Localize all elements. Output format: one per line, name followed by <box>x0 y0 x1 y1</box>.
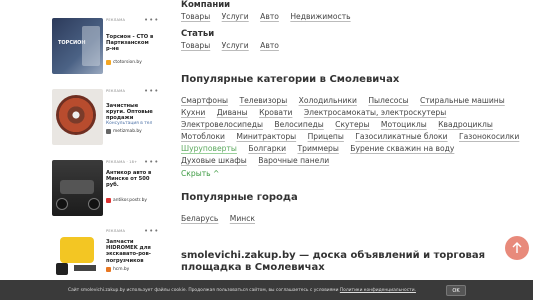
sidebar-ads: ТОРСИОН РЕКЛАМА ••• Торсион - СТО в Парт… <box>52 16 159 300</box>
category-link[interactable]: Квадроциклы <box>438 120 493 129</box>
ad-source-label: ctotorsion.by <box>113 60 142 65</box>
articles-heading: Статьи <box>181 29 215 39</box>
ad-title[interactable]: Антикор авто в Минске от 500 руб. <box>106 170 156 189</box>
articles-link-auto[interactable]: Авто <box>260 41 279 50</box>
category-link[interactable]: Электросамокаты, электроскутеры <box>304 108 446 117</box>
scroll-top-button[interactable] <box>505 236 529 260</box>
articles-link-goods[interactable]: Товары <box>181 41 210 50</box>
cookie-banner: Сайт smolevichi.zakup.by использует файл… <box>0 280 533 300</box>
category-row: Смартфоны Телевизоры Холодильники Пылесо… <box>181 96 514 105</box>
source-logo-icon <box>106 129 111 134</box>
ad-source[interactable]: antikor.postr.by <box>106 198 147 203</box>
category-link[interactable]: Болгарки <box>248 144 286 153</box>
ad-card-metizmab[interactable]: РЕКЛАМА ••• Зачистные круги. Оптовые про… <box>52 87 159 145</box>
privacy-policy-link[interactable]: Политики конфиденциальности. <box>340 288 416 293</box>
cookie-text: Сайт smolevichi.zakup.by использует файл… <box>68 288 416 293</box>
category-link[interactable]: Мотоблоки <box>181 132 225 141</box>
category-link[interactable]: Газонокосилки <box>459 132 519 141</box>
category-link[interactable]: Скутеры <box>335 120 369 129</box>
ad-card-torsion[interactable]: ТОРСИОН РЕКЛАМА ••• Торсион - СТО в Парт… <box>52 16 159 74</box>
category-link[interactable]: Триммеры <box>297 144 338 153</box>
ad-tag: РЕКЛАМА <box>106 89 126 93</box>
category-link-visited[interactable]: Шуруповерты <box>181 144 237 153</box>
source-logo-icon <box>106 198 111 203</box>
cities-links: Беларусь Минск <box>181 214 264 223</box>
seo-title: smolevichi.zakup.by — доска объявлений и… <box>181 250 486 273</box>
category-link[interactable]: Диваны <box>217 108 248 117</box>
ad-image-discs[interactable] <box>52 89 103 145</box>
companies-link-goods[interactable]: Товары <box>181 12 210 21</box>
ad-source[interactable]: hcm.by <box>106 267 129 272</box>
cookie-ok-button[interactable]: OK <box>446 285 466 296</box>
category-link[interactable]: Велосипеды <box>274 120 323 129</box>
companies-link-realty[interactable]: Недвижимость <box>290 12 350 21</box>
category-link[interactable]: Духовые шкафы <box>181 156 247 165</box>
category-link[interactable]: Телевизоры <box>239 96 287 105</box>
ad-card-antikor[interactable]: РЕКЛАМА · 18+ ••• Антикор авто в Минске … <box>52 158 159 216</box>
category-row: Духовые шкафы Варочные панели <box>181 156 338 165</box>
category-row: Электровелосипеды Велосипеды Скутеры Мот… <box>181 120 502 129</box>
more-options-icon[interactable]: ••• <box>144 158 159 166</box>
ad-tag: РЕКЛАМА <box>106 18 126 22</box>
ad-source-label: antikor.postr.by <box>113 198 147 203</box>
city-link-minsk[interactable]: Минск <box>230 214 255 223</box>
category-link[interactable]: Прицепы <box>308 132 344 141</box>
popular-cities-heading: Популярные города <box>181 192 298 203</box>
category-row: Шуруповерты Болгарки Триммеры Бурение ск… <box>181 144 463 153</box>
ad-title[interactable]: Зачистные круги. Оптовые продажи <box>106 103 156 122</box>
source-logo-icon <box>106 60 111 65</box>
category-link[interactable]: Кровати <box>259 108 292 117</box>
category-link[interactable]: Газосиликатные блоки <box>355 132 447 141</box>
category-row: Мотоблоки Минитракторы Прицепы Газосилик… <box>181 132 528 141</box>
more-options-icon[interactable]: ••• <box>144 16 159 24</box>
ad-subtitle: Консультация в тел <box>106 121 153 126</box>
category-link[interactable]: Электровелосипеды <box>181 120 263 129</box>
ad-image-parts[interactable] <box>52 229 103 285</box>
ad-source[interactable]: metizmab.by <box>106 129 142 134</box>
ad-source-label: hcm.by <box>113 267 130 272</box>
category-row: Кухни Диваны Кровати Электросамокаты, эл… <box>181 108 455 117</box>
category-link[interactable]: Смартфоны <box>181 96 228 105</box>
category-link[interactable]: Стиральные машины <box>420 96 505 105</box>
source-logo-icon <box>106 267 111 272</box>
category-link[interactable]: Пылесосы <box>368 96 408 105</box>
companies-heading: Компании <box>181 0 231 10</box>
articles-link-services[interactable]: Услуги <box>222 41 249 50</box>
popular-categories-heading: Популярные категории в Смолевичах <box>181 74 400 85</box>
more-options-icon[interactable]: ••• <box>144 227 159 235</box>
category-link[interactable]: Холодильники <box>299 96 357 105</box>
ad-title[interactable]: Торсион - СТО в Партизанском р-не <box>106 34 156 53</box>
category-link[interactable]: Мотоциклы <box>381 120 427 129</box>
ad-tag: РЕКЛАМА · 18+ <box>106 160 138 164</box>
more-options-icon[interactable]: ••• <box>144 87 159 95</box>
category-link[interactable]: Варочные панели <box>258 156 329 165</box>
ad-source-label: metizmab.by <box>113 129 142 134</box>
ad-source[interactable]: ctotorsion.by <box>106 60 142 65</box>
companies-links: Товары Услуги Авто Недвижимость <box>181 12 360 21</box>
category-link[interactable]: Минитракторы <box>236 132 296 141</box>
ad-card-hidromek[interactable]: РЕКЛАМА ••• Запчасти HIDROMEK для экскав… <box>52 227 159 285</box>
category-link[interactable]: Бурение скважин на воду <box>350 144 454 153</box>
ad-image-torsion[interactable]: ТОРСИОН <box>52 18 103 74</box>
hide-categories-toggle[interactable]: Скрыть ^ <box>181 169 219 178</box>
ad-tag: РЕКЛАМА <box>106 229 126 233</box>
ad-image-car-underbody[interactable] <box>52 160 103 216</box>
city-link-belarus[interactable]: Беларусь <box>181 214 218 223</box>
articles-links: Товары Услуги Авто <box>181 41 288 50</box>
arrow-up-icon <box>512 242 522 253</box>
companies-link-auto[interactable]: Авто <box>260 12 279 21</box>
category-link[interactable]: Кухни <box>181 108 205 117</box>
companies-link-services[interactable]: Услуги <box>222 12 249 21</box>
ad-title[interactable]: Запчасти HIDROMEK для экскавато-ров-погр… <box>106 239 156 264</box>
cookie-message: Сайт smolevichi.zakup.by использует файл… <box>68 288 340 293</box>
